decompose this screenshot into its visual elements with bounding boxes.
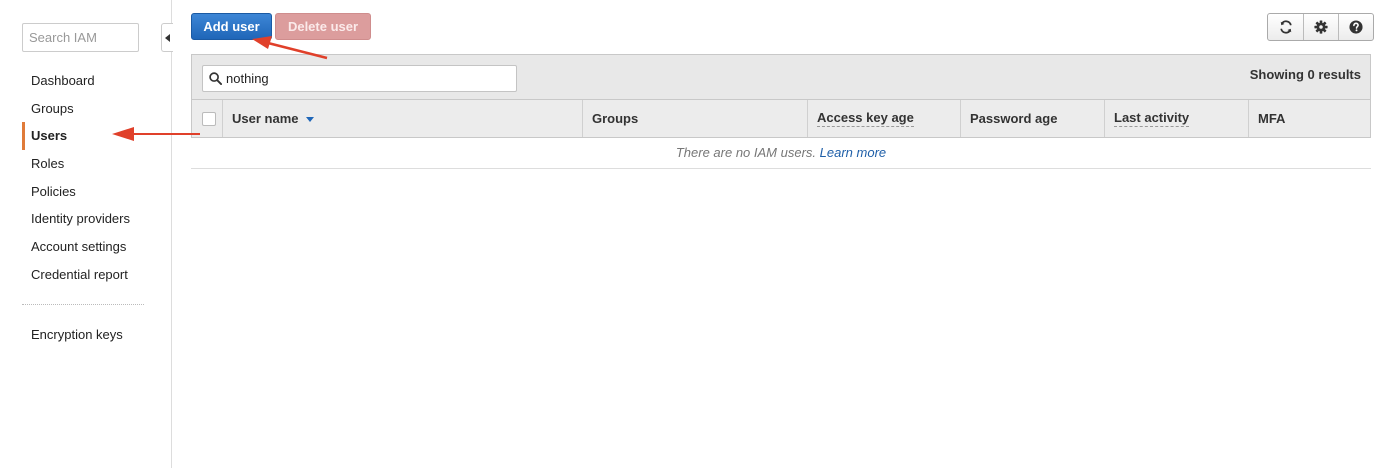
search-iam-input[interactable] xyxy=(22,23,139,52)
collapse-sidebar-button[interactable] xyxy=(161,23,173,52)
refresh-button[interactable] xyxy=(1268,14,1303,40)
refresh-icon xyxy=(1279,20,1292,34)
column-mfa[interactable]: MFA xyxy=(1249,100,1370,137)
column-label: Groups xyxy=(592,111,639,126)
help-icon xyxy=(1349,20,1363,34)
column-last-activity[interactable]: Last activity xyxy=(1105,100,1249,137)
caret-left-icon xyxy=(165,33,170,42)
column-password-age[interactable]: Password age xyxy=(961,100,1105,137)
sidebar-item-encryption-keys[interactable]: Encryption keys xyxy=(22,321,144,348)
select-all-checkbox[interactable] xyxy=(202,111,216,126)
help-button[interactable] xyxy=(1338,14,1373,40)
sidebar-item-account-settings[interactable]: Account settings xyxy=(22,233,144,261)
add-user-button[interactable]: Add user xyxy=(191,13,272,40)
users-table: Showing 0 results User name Groups Acces… xyxy=(191,54,1371,169)
column-user-name[interactable]: User name xyxy=(223,100,583,137)
column-groups[interactable]: Groups xyxy=(583,100,808,137)
filter-input[interactable] xyxy=(226,71,496,86)
gear-icon xyxy=(1314,20,1328,34)
sidebar-item-users[interactable]: Users xyxy=(22,122,144,151)
table-header: User name Groups Access key age Password… xyxy=(191,100,1371,138)
sidebar: Dashboard Groups Users Roles Policies Id… xyxy=(0,0,173,468)
column-label: Password age xyxy=(970,111,1058,126)
sidebar-item-roles[interactable]: Roles xyxy=(22,150,144,178)
select-all-cell xyxy=(192,100,223,137)
sort-desc-icon xyxy=(306,117,315,122)
sidebar-divider xyxy=(22,304,144,305)
filter-field[interactable] xyxy=(202,65,517,92)
sidebar-secondary-nav: Encryption keys xyxy=(22,321,144,348)
sidebar-item-policies[interactable]: Policies xyxy=(22,178,144,206)
sidebar-item-dashboard[interactable]: Dashboard xyxy=(22,67,144,95)
column-label: Access key age xyxy=(817,110,914,127)
search-icon xyxy=(209,72,222,85)
column-label: User name xyxy=(232,111,299,126)
settings-button[interactable] xyxy=(1303,14,1338,40)
table-actions xyxy=(1267,13,1374,41)
learn-more-link[interactable]: Learn more xyxy=(820,145,886,160)
empty-message: There are no IAM users. xyxy=(675,145,817,160)
column-label: Last activity xyxy=(1114,110,1190,127)
column-access-key-age[interactable]: Access key age xyxy=(808,100,961,137)
sidebar-nav: Dashboard Groups Users Roles Policies Id… xyxy=(22,67,144,289)
sidebar-item-credential-report[interactable]: Credential report xyxy=(22,261,144,289)
empty-state-row: There are no IAM users. Learn more xyxy=(191,138,1371,169)
delete-user-button[interactable]: Delete user xyxy=(275,13,371,40)
filter-bar: Showing 0 results xyxy=(191,54,1371,100)
sidebar-item-identity-providers[interactable]: Identity providers xyxy=(22,205,144,233)
sidebar-item-groups[interactable]: Groups xyxy=(22,95,144,123)
results-count: Showing 0 results xyxy=(1249,67,1361,82)
column-label: MFA xyxy=(1258,111,1286,126)
